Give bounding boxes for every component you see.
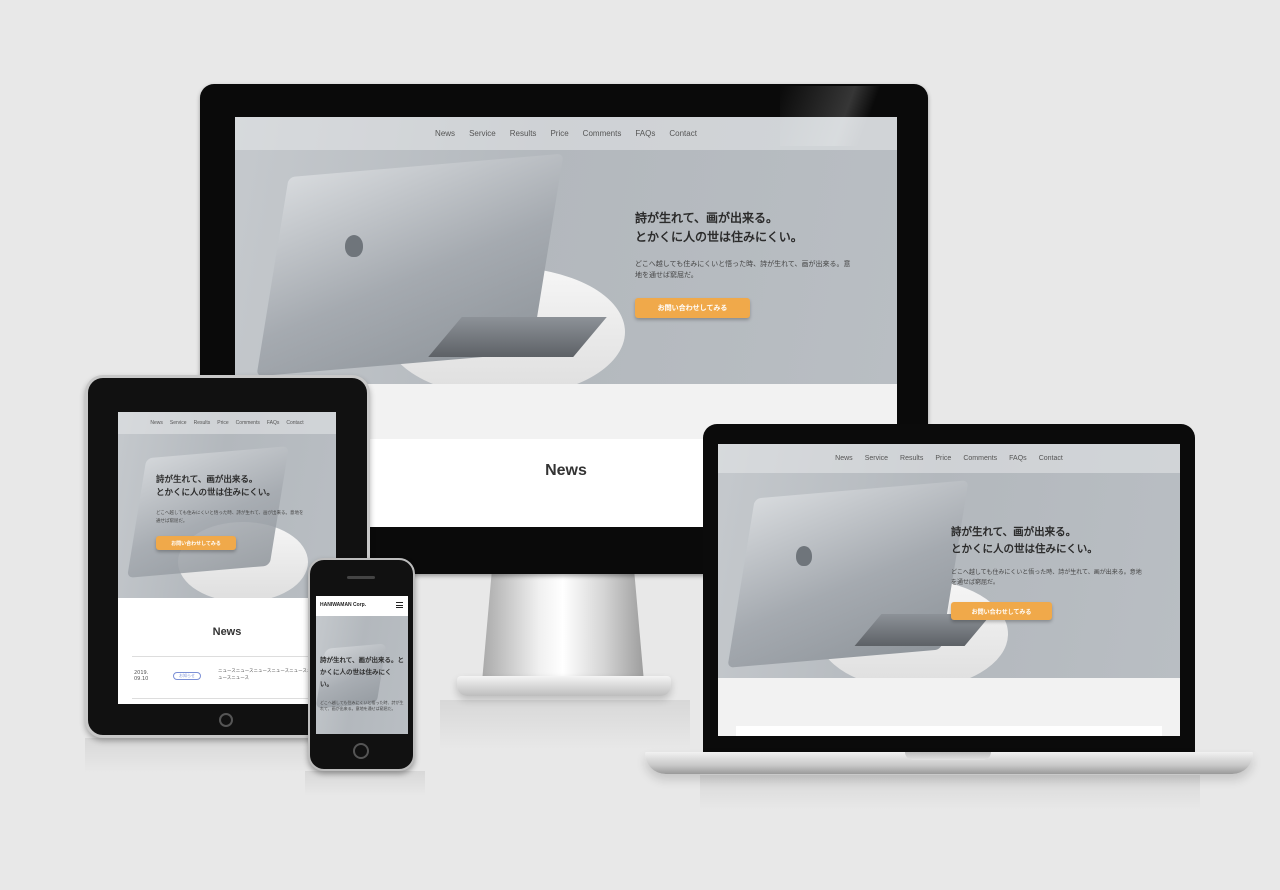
news-tag: お知らせ — [173, 672, 201, 680]
phone-brand-logo[interactable]: HANIWAMAN Corp. — [320, 602, 366, 608]
nav-item-results[interactable]: Results — [194, 420, 211, 426]
nav-item-news[interactable]: News — [150, 420, 163, 426]
laptop-hero-headline: 詩が生れて、画が出来る。 とかくに人の世は住みにくい。 — [951, 526, 1098, 555]
phone-home-button[interactable] — [353, 743, 369, 759]
laptop-notch — [905, 752, 991, 760]
phone-hero-headline: 詩が生れて、画が出来る。とかくに人の世は住みにく い。 — [320, 656, 404, 688]
laptop-news-section — [736, 726, 1162, 736]
nav-item-price[interactable]: Price — [217, 420, 228, 426]
news-text[interactable]: ニュースニュースニュースニュースニュースニュースニュース — [218, 668, 313, 682]
nav-item-service[interactable]: Service — [469, 129, 496, 138]
desktop-hero: News Service Results Price Comments FAQs… — [235, 117, 897, 384]
nav-item-results[interactable]: Results — [510, 129, 537, 138]
phone-speaker — [347, 576, 375, 579]
nav-item-contact[interactable]: Contact — [669, 129, 697, 138]
nav-item-price[interactable]: Price — [550, 129, 568, 138]
tablet-nav: News Service Results Price Comments FAQs… — [118, 412, 336, 434]
tablet-hero: News Service Results Price Comments FAQs… — [118, 412, 336, 598]
laptop-cta-button[interactable]: お問い合わせしてみる — [951, 602, 1052, 620]
monitor-gloss — [780, 86, 926, 146]
laptop-screen: News Service Results Price Comments FAQs… — [718, 444, 1180, 736]
nav-item-comments[interactable]: Comments — [583, 129, 622, 138]
nav-item-contact[interactable]: Contact — [286, 420, 303, 426]
nav-item-service[interactable]: Service — [170, 420, 187, 426]
nav-item-service[interactable]: Service — [865, 455, 888, 462]
phone-hero-subtext: どこへ越しても住みにくいと悟った時、詩が生れて、画が出来る。意地を通せば窮屈だ。 — [320, 700, 404, 711]
phone-screen: HANIWAMAN Corp. 詩が生れて、画が出来る。とかくに人の世は住みにく… — [316, 596, 408, 734]
nav-item-news[interactable]: News — [435, 129, 455, 138]
desktop-cta-button[interactable]: お問い合わせしてみる — [635, 298, 750, 318]
tablet-news-title: News — [212, 626, 242, 638]
laptop-hero-subtext: どこへ越しても住みにくいと悟った時、詩が生れて、画が出来る。意地を通せば窮屈だ。 — [951, 569, 1142, 586]
tablet-home-button[interactable] — [219, 713, 233, 727]
tablet-screen: News Service Results Price Comments FAQs… — [118, 412, 336, 704]
nav-item-results[interactable]: Results — [900, 455, 923, 462]
news-date: 2019. 09.10 — [134, 670, 149, 682]
nav-item-faqs[interactable]: FAQs — [267, 420, 280, 426]
nav-item-news[interactable]: News — [835, 455, 853, 462]
desktop-hero-subtext: どこへ越しても住みにくいと悟った時、詩が生れて、画が出来る。意地を通せば窮屈だ。 — [635, 260, 851, 279]
apple-logo-icon — [796, 546, 812, 566]
monitor-stand — [482, 572, 644, 682]
desktop-hero-headline: 詩が生れて、画が出来る。 とかくに人の世は住みにくい。 — [635, 211, 803, 244]
phone-reflection — [305, 771, 425, 796]
nav-item-comments[interactable]: Comments — [963, 455, 997, 462]
apple-logo-icon — [345, 235, 363, 257]
laptop-reflection — [700, 775, 1200, 810]
nav-item-faqs[interactable]: FAQs — [1009, 455, 1027, 462]
laptop-nav: News Service Results Price Comments FAQs… — [718, 444, 1180, 473]
nav-item-price[interactable]: Price — [935, 455, 951, 462]
phone-hero: 詩が生れて、画が出来る。とかくに人の世は住みにく い。 どこへ越しても住みにくい… — [316, 616, 408, 734]
nav-item-faqs[interactable]: FAQs — [635, 129, 655, 138]
tablet-cta-button[interactable]: お問い合わせしてみる — [156, 536, 236, 550]
hamburger-menu-icon[interactable] — [396, 602, 403, 608]
tablet-news-section: News 2019. 09.10 お知らせ ニュースニュースニュースニュースニュ… — [118, 610, 336, 704]
monitor-foot — [457, 676, 671, 696]
tablet-news-divider-bottom — [132, 698, 322, 699]
tablet-news-divider — [132, 656, 322, 657]
nav-item-contact[interactable]: Contact — [1039, 455, 1063, 462]
tablet-hero-subtext: どこへ越しても住みにくいと悟った時、詩が生れて、画が出来る。意地を通せば窮屈だ。 — [156, 511, 304, 524]
laptop-hero: News Service Results Price Comments FAQs… — [718, 444, 1180, 678]
phone-header: HANIWAMAN Corp. — [316, 596, 408, 616]
monitor-reflection — [440, 700, 690, 750]
tablet-hero-headline: 詩が生れて、画が出来る。 とかくに人の世は住みにくい。 — [156, 475, 275, 498]
nav-item-comments[interactable]: Comments — [236, 420, 260, 426]
